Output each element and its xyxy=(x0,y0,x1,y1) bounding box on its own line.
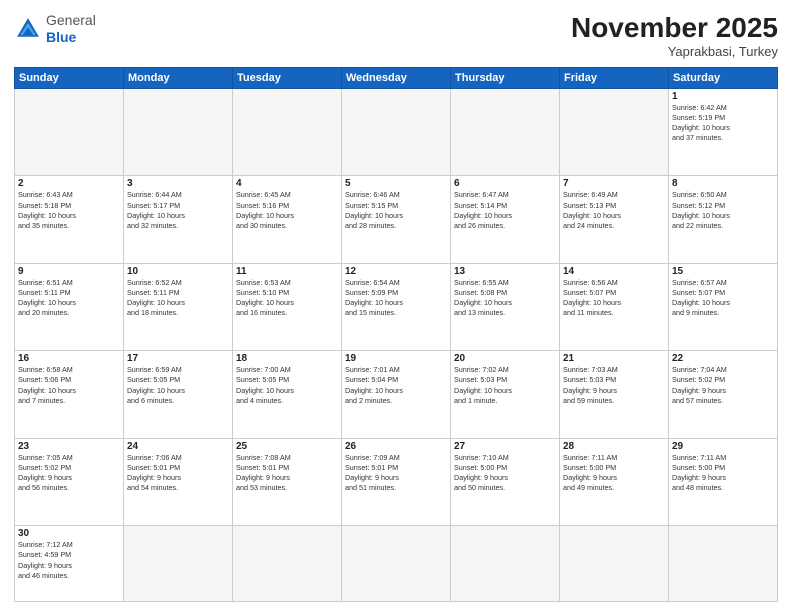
empty-cell xyxy=(342,526,451,602)
empty-cell xyxy=(451,526,560,602)
day-21: 21 Sunrise: 7:03 AMSunset: 5:03 PMDaylig… xyxy=(560,351,669,438)
day-29: 29 Sunrise: 7:11 AMSunset: 5:00 PMDaylig… xyxy=(669,438,778,525)
col-sunday: Sunday xyxy=(15,68,124,89)
logo: General Blue xyxy=(14,12,96,46)
day-5: 5 Sunrise: 6:46 AMSunset: 5:15 PMDayligh… xyxy=(342,176,451,263)
col-wednesday: Wednesday xyxy=(342,68,451,89)
week-row-6: 30 Sunrise: 7:12 AMSunset: 4:59 PMDaylig… xyxy=(15,526,778,602)
day-18: 18 Sunrise: 7:00 AMSunset: 5:05 PMDaylig… xyxy=(233,351,342,438)
empty-cell xyxy=(124,89,233,176)
col-friday: Friday xyxy=(560,68,669,89)
day-26: 26 Sunrise: 7:09 AMSunset: 5:01 PMDaylig… xyxy=(342,438,451,525)
location: Yaprakbasi, Turkey xyxy=(571,44,778,59)
day-13: 13 Sunrise: 6:55 AMSunset: 5:08 PMDaylig… xyxy=(451,263,560,350)
day-16: 16 Sunrise: 6:58 AMSunset: 5:06 PMDaylig… xyxy=(15,351,124,438)
col-monday: Monday xyxy=(124,68,233,89)
day-15: 15 Sunrise: 6:57 AMSunset: 5:07 PMDaylig… xyxy=(669,263,778,350)
day-23: 23 Sunrise: 7:05 AMSunset: 5:02 PMDaylig… xyxy=(15,438,124,525)
week-row-3: 9 Sunrise: 6:51 AMSunset: 5:11 PMDayligh… xyxy=(15,263,778,350)
day-3: 3 Sunrise: 6:44 AMSunset: 5:17 PMDayligh… xyxy=(124,176,233,263)
day-12: 12 Sunrise: 6:54 AMSunset: 5:09 PMDaylig… xyxy=(342,263,451,350)
empty-cell xyxy=(342,89,451,176)
day-9: 9 Sunrise: 6:51 AMSunset: 5:11 PMDayligh… xyxy=(15,263,124,350)
day-27: 27 Sunrise: 7:10 AMSunset: 5:00 PMDaylig… xyxy=(451,438,560,525)
day-14: 14 Sunrise: 6:56 AMSunset: 5:07 PMDaylig… xyxy=(560,263,669,350)
day-11: 11 Sunrise: 6:53 AMSunset: 5:10 PMDaylig… xyxy=(233,263,342,350)
day-1: 1 Sunrise: 6:42 AMSunset: 5:19 PMDayligh… xyxy=(669,89,778,176)
logo-icon xyxy=(14,15,42,43)
day-28: 28 Sunrise: 7:11 AMSunset: 5:00 PMDaylig… xyxy=(560,438,669,525)
empty-cell xyxy=(560,89,669,176)
day-19: 19 Sunrise: 7:01 AMSunset: 5:04 PMDaylig… xyxy=(342,351,451,438)
day-24: 24 Sunrise: 7:06 AMSunset: 5:01 PMDaylig… xyxy=(124,438,233,525)
day-4: 4 Sunrise: 6:45 AMSunset: 5:16 PMDayligh… xyxy=(233,176,342,263)
day-10: 10 Sunrise: 6:52 AMSunset: 5:11 PMDaylig… xyxy=(124,263,233,350)
week-row-4: 16 Sunrise: 6:58 AMSunset: 5:06 PMDaylig… xyxy=(15,351,778,438)
page: General Blue November 2025 Yaprakbasi, T… xyxy=(0,0,792,612)
week-row-1: 1 Sunrise: 6:42 AMSunset: 5:19 PMDayligh… xyxy=(15,89,778,176)
day-2: 2 Sunrise: 6:43 AMSunset: 5:18 PMDayligh… xyxy=(15,176,124,263)
col-tuesday: Tuesday xyxy=(233,68,342,89)
day-17: 17 Sunrise: 6:59 AMSunset: 5:05 PMDaylig… xyxy=(124,351,233,438)
day-25: 25 Sunrise: 7:08 AMSunset: 5:01 PMDaylig… xyxy=(233,438,342,525)
header: General Blue November 2025 Yaprakbasi, T… xyxy=(14,12,778,59)
week-row-2: 2 Sunrise: 6:43 AMSunset: 5:18 PMDayligh… xyxy=(15,176,778,263)
day-8: 8 Sunrise: 6:50 AMSunset: 5:12 PMDayligh… xyxy=(669,176,778,263)
logo-text: General Blue xyxy=(46,12,96,46)
day-7: 7 Sunrise: 6:49 AMSunset: 5:13 PMDayligh… xyxy=(560,176,669,263)
weekday-header-row: Sunday Monday Tuesday Wednesday Thursday… xyxy=(15,68,778,89)
empty-cell xyxy=(233,89,342,176)
week-row-5: 23 Sunrise: 7:05 AMSunset: 5:02 PMDaylig… xyxy=(15,438,778,525)
calendar: Sunday Monday Tuesday Wednesday Thursday… xyxy=(14,67,778,602)
empty-cell xyxy=(233,526,342,602)
logo-general: General xyxy=(46,12,96,28)
title-block: November 2025 Yaprakbasi, Turkey xyxy=(571,12,778,59)
day-22: 22 Sunrise: 7:04 AMSunset: 5:02 PMDaylig… xyxy=(669,351,778,438)
month-title: November 2025 xyxy=(571,12,778,44)
logo-blue: Blue xyxy=(46,29,76,45)
col-saturday: Saturday xyxy=(669,68,778,89)
empty-cell xyxy=(124,526,233,602)
empty-cell xyxy=(669,526,778,602)
empty-cell xyxy=(560,526,669,602)
day-6: 6 Sunrise: 6:47 AMSunset: 5:14 PMDayligh… xyxy=(451,176,560,263)
day-20: 20 Sunrise: 7:02 AMSunset: 5:03 PMDaylig… xyxy=(451,351,560,438)
empty-cell xyxy=(15,89,124,176)
empty-cell xyxy=(451,89,560,176)
day-30: 30 Sunrise: 7:12 AMSunset: 4:59 PMDaylig… xyxy=(15,526,124,602)
col-thursday: Thursday xyxy=(451,68,560,89)
